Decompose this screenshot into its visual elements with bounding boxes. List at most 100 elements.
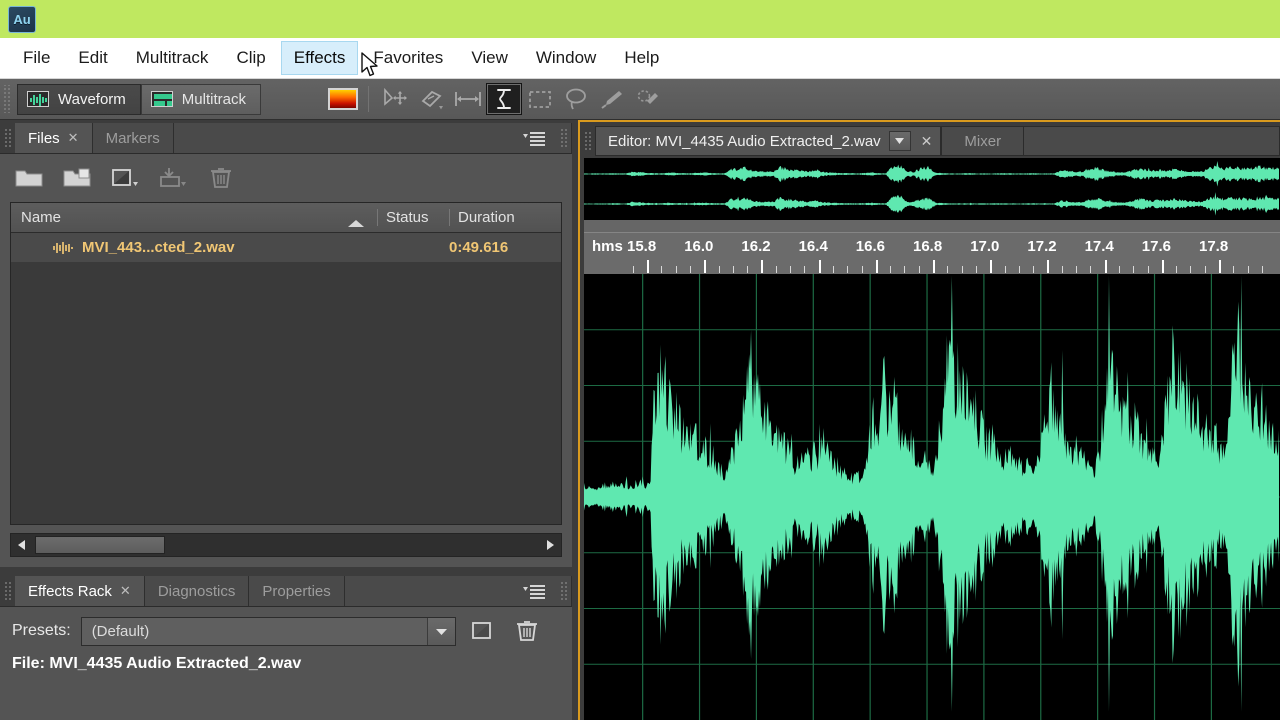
close-icon[interactable]: ✕ <box>919 133 933 150</box>
delete-file-button[interactable] <box>204 163 238 193</box>
ruler-major-tick <box>704 260 707 273</box>
tab-editor[interactable]: Editor: MVI_4435 Audio Extracted_2.wav ✕ <box>595 126 942 156</box>
menu-bar: File Edit Multitrack Clip Effects Favorites Vi… <box>0 38 1280 79</box>
column-header-duration[interactable]: Duration <box>449 209 561 226</box>
import-button[interactable] <box>156 163 190 193</box>
menu-edit[interactable]: Edit <box>65 41 120 75</box>
delete-preset-icon <box>516 621 537 641</box>
ruler-minor-tick <box>904 266 906 273</box>
import-icon <box>160 168 186 187</box>
tab-markers[interactable]: Markers <box>92 123 174 153</box>
time-selection-tool-button[interactable] <box>485 83 522 115</box>
chevron-down-icon[interactable] <box>426 617 455 645</box>
column-header-duration-label: Duration <box>458 209 515 226</box>
ruler-minor-tick <box>804 266 806 273</box>
files-panel-grip[interactable] <box>4 128 12 148</box>
left-panel-group: Files ✕ Markers Name Status Duration MVI… <box>0 120 572 720</box>
overview-waveform-chart <box>584 161 1280 216</box>
open-file-button[interactable] <box>12 163 46 193</box>
ruler-minor-tick <box>1061 266 1063 273</box>
tab-diagnostics-label: Diagnostics <box>157 582 236 600</box>
menu-window[interactable]: Window <box>523 41 609 75</box>
close-icon[interactable]: ✕ <box>68 130 79 146</box>
spectral-display-button[interactable] <box>323 83 359 115</box>
open-folder-button[interactable] <box>60 163 94 193</box>
table-row[interactable]: MVI_443...cted_2.wav 0:49.616 <box>11 233 561 263</box>
effects-panel-menu-button[interactable] <box>522 583 546 601</box>
menu-favorites[interactable]: Favorites <box>360 41 456 75</box>
presets-row: Presets: (Default) <box>0 607 572 655</box>
new-preset-button[interactable] <box>466 616 500 646</box>
ruler-tick-label: 16.4 <box>798 238 828 255</box>
tab-properties[interactable]: Properties <box>249 576 345 606</box>
effects-rack-grip[interactable] <box>4 581 12 601</box>
spot-healing-brush-button[interactable] <box>630 83 666 115</box>
tab-diagnostics[interactable]: Diagnostics <box>144 576 250 606</box>
slip-tool-button[interactable] <box>414 83 450 115</box>
main-toolbar: Waveform Multitrack <box>0 79 1280 120</box>
ruler-minor-tick <box>1018 266 1020 273</box>
waveform-display[interactable] <box>584 274 1280 720</box>
ruler-major-tick <box>1047 260 1050 273</box>
file-list-horizontal-scrollbar[interactable] <box>10 533 562 557</box>
multitrack-icon <box>150 91 173 107</box>
menu-file[interactable]: File <box>10 41 63 75</box>
ruler-tick-label: 16.2 <box>741 238 771 255</box>
move-tool-button[interactable] <box>378 83 414 115</box>
multitrack-mode-button[interactable]: Multitrack <box>140 83 261 115</box>
waveform-channel-path <box>584 161 1280 174</box>
ruler-minor-tick <box>775 266 777 273</box>
time-range-tool-button[interactable] <box>450 83 486 115</box>
effects-rack-tabbar: Effects Rack ✕ Diagnostics Properties <box>0 573 572 607</box>
editor-panel-grip[interactable] <box>584 131 592 151</box>
marquee-selection-tool-icon <box>529 91 551 108</box>
menu-label: Multitrack <box>135 48 209 67</box>
paintbrush-selection-tool-button[interactable] <box>594 83 630 115</box>
new-file-button[interactable] <box>108 163 142 193</box>
ruler-major-tick <box>761 260 764 273</box>
ruler-minor-tick <box>861 266 863 273</box>
tab-effects-rack[interactable]: Effects Rack ✕ <box>15 576 145 606</box>
file-name-cell: MVI_443...cted_2.wav <box>11 239 377 256</box>
ruler-minor-tick <box>1090 266 1092 273</box>
marquee-selection-tool-button[interactable] <box>522 83 558 115</box>
scrollbar-thumb[interactable] <box>35 536 165 554</box>
files-panel: Name Status Duration MVI_443...cted_2.wa… <box>0 154 572 567</box>
waveform-mode-button[interactable]: Waveform <box>17 83 141 115</box>
timeline-ruler[interactable]: hms 15.8 16.0 16.2 16.4 16.6 16.8 17.0 17.2 17.4… <box>584 232 1280 274</box>
effects-panel-right-grip[interactable] <box>560 581 568 601</box>
lasso-selection-tool-button[interactable] <box>558 83 594 115</box>
delete-preset-button[interactable] <box>510 616 544 646</box>
time-range-icon <box>455 92 481 106</box>
ruler-minor-tick <box>947 266 949 273</box>
menu-effects[interactable]: Effects <box>280 41 359 75</box>
close-icon[interactable]: ✕ <box>120 583 131 599</box>
ruler-tick-label: 15.8 <box>627 238 657 255</box>
ruler-minor-tick <box>961 266 963 273</box>
move-tool-icon <box>384 88 407 106</box>
toolbar-grip[interactable] <box>3 85 12 113</box>
presets-dropdown[interactable]: (Default) <box>80 616 456 646</box>
waveform-overview-strip[interactable] <box>584 158 1280 220</box>
files-panel-right-grip[interactable] <box>560 128 568 148</box>
ruler-tick-label: 17.2 <box>1027 238 1057 255</box>
ruler-minor-tick <box>689 266 691 273</box>
ruler-minor-tick <box>890 266 892 273</box>
tab-mixer[interactable]: Mixer <box>941 126 1025 156</box>
ruler-minor-tick <box>661 266 663 273</box>
scroll-right-button[interactable] <box>539 534 561 556</box>
menu-multitrack[interactable]: Multitrack <box>123 41 222 75</box>
editor-tab-dropdown[interactable] <box>888 131 911 151</box>
tab-files[interactable]: Files ✕ <box>15 123 93 153</box>
column-header-name[interactable]: Name <box>11 209 377 227</box>
new-file-icon <box>112 169 138 186</box>
column-header-status[interactable]: Status <box>377 209 449 226</box>
scroll-left-button[interactable] <box>11 534 33 556</box>
panel-menu-icon <box>523 585 545 599</box>
presets-label: Presets: <box>12 622 71 639</box>
menu-clip[interactable]: Clip <box>223 41 278 75</box>
menu-help[interactable]: Help <box>611 41 672 75</box>
menu-view[interactable]: View <box>458 41 521 75</box>
effects-rack-panel: Presets: (Default) File: MVI_4435 Audio … <box>0 607 572 720</box>
panel-menu-button[interactable] <box>522 130 546 148</box>
